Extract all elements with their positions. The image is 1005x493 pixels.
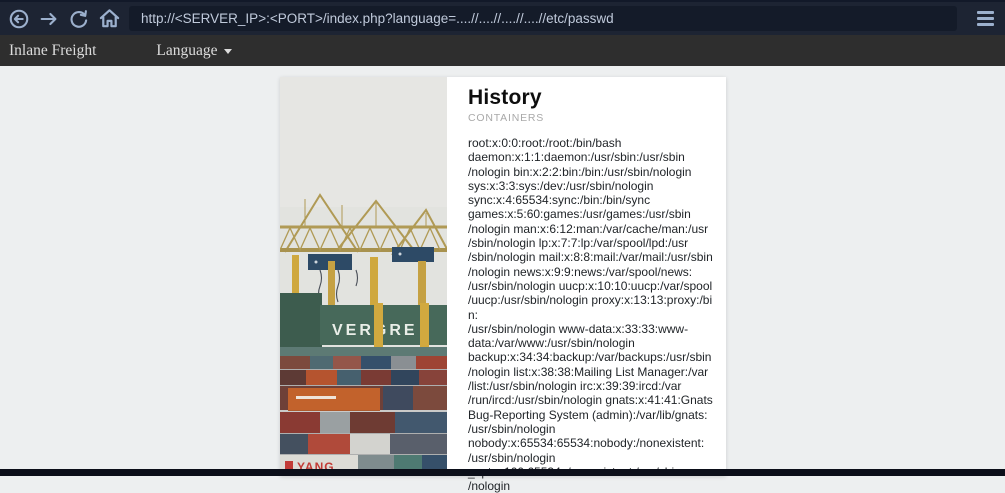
- home-button[interactable]: [94, 4, 124, 34]
- page-subtitle: CONTAINERS: [468, 112, 716, 125]
- history-content: History CONTAINERS root:x:0:0:root:/root…: [447, 77, 726, 476]
- language-dropdown-label: Language: [156, 42, 217, 60]
- browser-toolbar: [0, 0, 1005, 35]
- hamburger-icon: [977, 11, 994, 14]
- bottom-strip: [0, 469, 1005, 476]
- forward-icon: [38, 8, 60, 30]
- home-icon: [98, 7, 121, 30]
- reload-icon: [68, 8, 90, 30]
- back-icon: [8, 8, 30, 30]
- port-containers-photo: VERGRE: [280, 77, 447, 476]
- language-dropdown[interactable]: Language: [156, 42, 231, 60]
- menu-button[interactable]: [973, 7, 998, 30]
- chevron-down-icon: [224, 49, 232, 54]
- back-button[interactable]: [4, 4, 34, 34]
- passwd-file-output: root:x:0:0:root:/root:/bin/bash daemon:x…: [468, 136, 716, 493]
- forward-button[interactable]: [34, 4, 64, 34]
- site-navbar: Inlane Freight Language: [0, 35, 1005, 66]
- page-title: History: [468, 85, 716, 110]
- reload-button[interactable]: [64, 4, 94, 34]
- history-card: VERGRE: [280, 77, 726, 476]
- url-input[interactable]: [129, 6, 957, 31]
- brand-link[interactable]: Inlane Freight: [9, 42, 96, 60]
